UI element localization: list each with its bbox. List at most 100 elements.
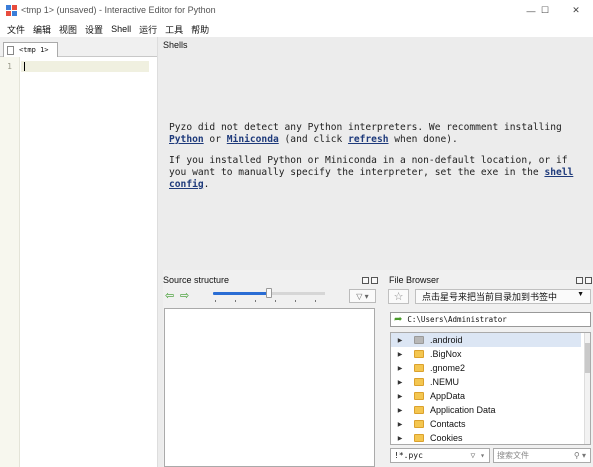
scrollbar-thumb[interactable] xyxy=(585,343,590,373)
source-structure-tree[interactable] xyxy=(164,308,375,467)
forward-arrow-icon[interactable]: ⇨ xyxy=(180,291,189,302)
menu-edit[interactable]: 编辑 xyxy=(29,23,55,36)
folder-icon xyxy=(414,406,424,414)
message-text: or xyxy=(203,134,227,145)
shells-title: Shells xyxy=(163,40,188,50)
file-browser-title: File Browser xyxy=(389,275,440,285)
slider-tick xyxy=(275,300,276,302)
menu-tools[interactable]: 工具 xyxy=(161,23,187,36)
file-list-item-name: Contacts xyxy=(430,419,466,429)
close-panel-button[interactable] xyxy=(371,277,378,284)
file-list-item-name: .BigNox xyxy=(430,349,462,359)
slider-tick xyxy=(315,300,316,302)
file-filter-value: !*.pyc xyxy=(394,451,423,460)
menu-run[interactable]: 运行 xyxy=(135,23,161,36)
message-text: Pyzo did not detect any Python interpret… xyxy=(169,122,562,133)
file-browser-panel: File Browser ☆ 点击星号来把当前目录加到书签中 ▼ ➦ C:\Us… xyxy=(386,270,593,467)
float-panel-button[interactable] xyxy=(576,277,583,284)
shells-panel: Shells Pyzo did not detect any Python in… xyxy=(163,37,593,270)
code-editor[interactable]: 1 xyxy=(0,57,157,467)
message-text: . xyxy=(203,179,210,190)
file-search-placeholder: 搜索文件 xyxy=(497,451,529,460)
editor-tab[interactable]: <tmp 1> xyxy=(3,42,58,57)
no-interpreter-message: Pyzo did not detect any Python interpret… xyxy=(169,122,589,200)
file-list-scrollbar[interactable] xyxy=(584,333,590,444)
back-arrow-icon[interactable]: ⇦ xyxy=(165,291,174,302)
close-icon: ✕ xyxy=(572,5,580,15)
menu-file[interactable]: 文件 xyxy=(3,23,29,36)
menu-help[interactable]: 帮助 xyxy=(187,23,213,36)
expand-arrow-icon[interactable]: ▶ xyxy=(391,337,409,344)
app-logo-icon xyxy=(6,5,17,16)
file-list-item-name: Cookies xyxy=(430,433,463,443)
close-button[interactable]: ✕ xyxy=(562,0,590,21)
message-text: when done). xyxy=(388,134,458,145)
file-icon xyxy=(7,45,14,55)
menu-shell[interactable]: Shell xyxy=(107,24,135,34)
float-panel-button[interactable] xyxy=(362,277,369,284)
dropdown-arrow-icon: ▼ xyxy=(577,291,584,298)
message-paragraph-2: If you installed Python or Miniconda in … xyxy=(169,155,589,191)
message-text: (and click xyxy=(278,134,349,145)
file-list-item-name: .gnome2 xyxy=(430,363,466,373)
menu-settings[interactable]: 设置 xyxy=(81,23,107,36)
filter-menu-button[interactable]: ▽ ▾ xyxy=(349,289,376,303)
file-list-item[interactable]: ▶ Cookies xyxy=(391,431,581,444)
slider-tick xyxy=(215,300,216,302)
file-list-item[interactable]: ▶ .android xyxy=(391,333,581,347)
text-cursor xyxy=(24,62,25,71)
slider-tick xyxy=(295,300,296,302)
file-list-item[interactable]: ▶ Contacts xyxy=(391,417,581,431)
line-number: 1 xyxy=(7,62,12,71)
miniconda-link[interactable]: Miniconda xyxy=(227,134,279,145)
expand-arrow-icon[interactable]: ▶ xyxy=(391,393,409,400)
depth-slider-handle[interactable] xyxy=(266,288,272,298)
folder-up-icon[interactable]: ➦ xyxy=(394,314,402,325)
bookmark-dropdown[interactable]: 点击星号来把当前目录加到书签中 ▼ xyxy=(415,289,591,304)
file-list-item[interactable]: ▶ .NEMU xyxy=(391,375,581,389)
bookmark-star-button[interactable]: ☆ xyxy=(388,289,409,304)
bookmark-dropdown-label: 点击星号来把当前目录加到书签中 xyxy=(422,292,558,302)
refresh-link[interactable]: refresh xyxy=(348,134,388,145)
expand-arrow-icon[interactable]: ▶ xyxy=(391,421,409,428)
python-link[interactable]: Python xyxy=(169,134,204,145)
slider-tick xyxy=(235,300,236,302)
filter-icon[interactable]: ▽ ▾ xyxy=(471,451,485,460)
file-list-item-name: .android xyxy=(430,335,463,345)
maximize-button[interactable]: ☐ xyxy=(531,0,559,21)
folder-icon xyxy=(414,336,424,344)
file-list[interactable]: ▶ .android ▶ .BigNox ▶ .gnome2 ▶ .NEMU ▶ AppData ▶… xyxy=(390,332,591,445)
window-title: <tmp 1> (unsaved) - Interactive Editor f… xyxy=(21,5,216,15)
expand-arrow-icon[interactable]: ▶ xyxy=(391,435,409,442)
folder-icon xyxy=(414,420,424,428)
line-number-gutter: 1 xyxy=(0,57,20,467)
path-field[interactable]: ➦ C:\Users\Administrator xyxy=(390,312,591,327)
expand-arrow-icon[interactable]: ▶ xyxy=(391,365,409,372)
message-text: If you installed Python or Miniconda in … xyxy=(169,155,568,178)
current-line-highlight xyxy=(21,61,149,72)
file-list-item[interactable]: ▶ .BigNox xyxy=(391,347,581,361)
menu-view[interactable]: 视图 xyxy=(55,23,81,36)
file-list-item[interactable]: ▶ AppData xyxy=(391,389,581,403)
file-search-input[interactable]: 搜索文件 ⚲ ▾ xyxy=(493,448,591,463)
file-list-item-name: .NEMU xyxy=(430,377,459,387)
slider-tick xyxy=(255,300,256,302)
expand-arrow-icon[interactable]: ▶ xyxy=(391,407,409,414)
path-text: C:\Users\Administrator xyxy=(407,315,507,324)
star-icon: ☆ xyxy=(393,291,404,303)
file-filter-input[interactable]: !*.pyc ▽ ▾ xyxy=(390,448,490,463)
search-icon[interactable]: ⚲ ▾ xyxy=(574,451,586,460)
editor-tab-bar: <tmp 1> xyxy=(0,37,160,57)
source-structure-title: Source structure xyxy=(163,275,230,285)
folder-icon xyxy=(414,434,424,442)
folder-icon xyxy=(414,364,424,372)
folder-icon xyxy=(414,392,424,400)
filter-icon: ▽ ▾ xyxy=(356,291,369,301)
menu-bar: 文件 编辑 视图 设置 Shell 运行 工具 帮助 xyxy=(0,21,593,37)
expand-arrow-icon[interactable]: ▶ xyxy=(391,351,409,358)
expand-arrow-icon[interactable]: ▶ xyxy=(391,379,409,386)
close-panel-button[interactable] xyxy=(585,277,592,284)
file-list-item-name: Application Data xyxy=(430,405,496,415)
file-list-item[interactable]: ▶ Application Data xyxy=(391,403,581,417)
file-list-item[interactable]: ▶ .gnome2 xyxy=(391,361,581,375)
